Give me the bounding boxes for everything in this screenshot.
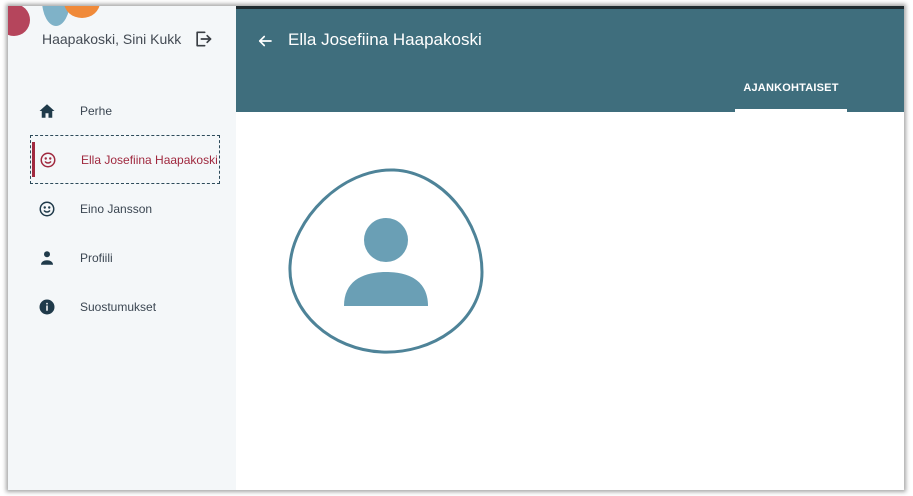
sidebar-item-perhe[interactable]: Perhe: [8, 86, 236, 135]
page-title: Ella Josefiina Haapakoski: [288, 30, 482, 49]
child-face-icon: [39, 151, 57, 169]
sidebar-item-ella[interactable]: Ella Josefiina Haapakoski: [30, 135, 220, 184]
info-icon: [38, 298, 56, 316]
sidebar-item-label: Suostumukset: [80, 299, 157, 314]
sidebar: Haapakoski, Sini Kukk… Perhe Ella Josefi…: [8, 6, 236, 490]
avatar-body: [344, 272, 428, 306]
header-top-border: [236, 6, 904, 9]
sidebar-item-profiili[interactable]: Profiili: [8, 233, 236, 282]
logout-icon[interactable]: [192, 28, 214, 50]
tab-ajankohtaiset[interactable]: AJANKOHTAISET: [735, 76, 847, 112]
sidebar-item-label: Profiili: [80, 250, 113, 265]
sidebar-item-eino[interactable]: Eino Jansson: [8, 184, 236, 233]
user-row: Haapakoski, Sini Kukk…: [8, 24, 236, 54]
child-face-icon: [38, 200, 56, 218]
sidebar-item-label: Ella Josefiina Haapakoski: [81, 152, 218, 167]
sidebar-item-label: Perhe: [80, 103, 113, 118]
avatar-head: [364, 218, 408, 262]
sidebar-item-suostumukset[interactable]: Suostumukset: [8, 282, 236, 331]
home-icon: [38, 102, 56, 120]
sidebar-item-label: Eino Jansson: [80, 201, 153, 216]
profile-avatar[interactable]: [282, 162, 486, 360]
sidebar-nav: Perhe Ella Josefiina Haapakoski Eino Jan…: [8, 86, 236, 331]
back-arrow-icon[interactable]: [254, 30, 276, 52]
tab-active-indicator: [735, 109, 847, 112]
app-window: Haapakoski, Sini Kukk… Perhe Ella Josefi…: [8, 6, 904, 490]
page-header: Ella Josefiina Haapakoski AJANKOHTAISET: [236, 6, 904, 112]
person-icon: [38, 249, 56, 267]
user-name: Haapakoski, Sini Kukk…: [42, 31, 182, 47]
tab-label: AJANKOHTAISET: [743, 82, 839, 94]
